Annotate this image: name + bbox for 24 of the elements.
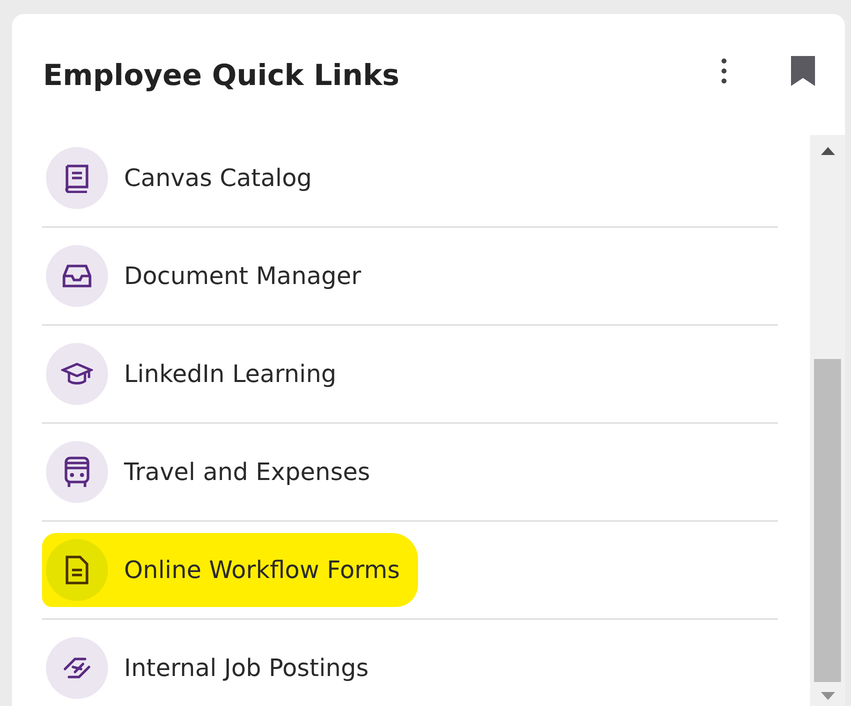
link-label: Online Workflow Forms [124, 556, 400, 584]
quick-link[interactable]: Travel and Expenses [42, 424, 778, 522]
book-icon [64, 163, 90, 193]
more-options-icon[interactable] [721, 58, 727, 84]
scroll-up-icon[interactable] [820, 147, 834, 155]
quick-link[interactable]: Online Workflow Forms [42, 522, 778, 620]
card-title: Employee Quick Links [43, 58, 400, 92]
scroll-down-icon[interactable] [820, 692, 834, 700]
graduation-cap-icon [61, 362, 93, 386]
link-label: Document Manager [124, 262, 362, 290]
link-label: Travel and Expenses [124, 458, 370, 486]
scrollbar[interactable] [810, 135, 845, 706]
scrollbar-thumb[interactable] [814, 359, 841, 682]
document-icon [65, 555, 89, 585]
quick-link[interactable]: LinkedIn Learning [42, 326, 778, 424]
bus-icon [62, 456, 92, 488]
bookmark-icon[interactable] [791, 56, 815, 86]
quick-link[interactable]: Internal Job Postings [42, 620, 778, 701]
link-label: Canvas Catalog [124, 164, 312, 192]
quick-link[interactable]: Canvas Catalog [42, 130, 778, 228]
inbox-tray-icon [62, 264, 92, 288]
link-label: Internal Job Postings [124, 654, 369, 682]
quick-link[interactable]: Document Manager [42, 228, 778, 326]
link-label: LinkedIn Learning [124, 360, 336, 388]
